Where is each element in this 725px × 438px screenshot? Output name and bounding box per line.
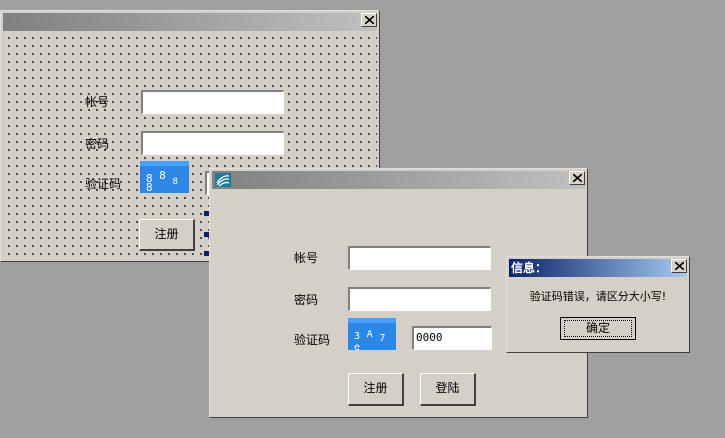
back-password-label: 密码 xyxy=(85,137,110,151)
message-box-titlebar: 信息： xyxy=(509,259,687,277)
account-input[interactable] xyxy=(348,246,491,270)
password-input[interactable] xyxy=(348,287,491,311)
captcha-label: 验证码 xyxy=(294,333,331,347)
captcha-char: 3 xyxy=(354,331,361,342)
captcha-image[interactable]: 3 A 7 e xyxy=(348,318,396,353)
captcha-char: 8 xyxy=(146,181,153,194)
captcha-char: 7 xyxy=(379,333,386,344)
login-button[interactable]: 登陆 xyxy=(420,373,476,406)
back-account-input[interactable] xyxy=(141,90,284,114)
captcha-input[interactable]: 0000 xyxy=(412,326,492,350)
back-account-label: 帐号 xyxy=(85,95,110,109)
captcha-char: e xyxy=(354,342,361,353)
message-box-close-button[interactable] xyxy=(671,259,687,273)
captcha-char: 8 xyxy=(172,177,178,187)
account-label: 帐号 xyxy=(294,251,319,265)
register-button[interactable]: 注册 xyxy=(348,373,404,406)
designer-form-close-button[interactable] xyxy=(361,13,377,27)
captcha-char: 8 xyxy=(159,169,166,182)
message-text: 验证码错误，请区分大小写! xyxy=(529,290,667,303)
message-box-title: 信息： xyxy=(511,261,548,275)
back-captcha-label: 验证码 xyxy=(85,177,122,191)
login-window-titlebar xyxy=(212,171,585,189)
designer-form-titlebar xyxy=(3,13,377,31)
captcha-char: A xyxy=(366,329,373,340)
back-password-input[interactable] xyxy=(141,131,284,155)
ok-button[interactable]: 确定 xyxy=(560,317,636,340)
ok-button-label: 确定 xyxy=(585,321,610,335)
app-logo-icon xyxy=(215,173,231,192)
password-label: 密码 xyxy=(294,293,319,307)
message-box: 信息： 验证码错误，请区分大小写! 确定 xyxy=(506,256,690,353)
back-register-button[interactable]: 注册 xyxy=(139,219,195,251)
back-captcha-image[interactable]: 8 8 8 8 xyxy=(140,161,189,194)
login-window-close-button[interactable] xyxy=(569,171,585,185)
